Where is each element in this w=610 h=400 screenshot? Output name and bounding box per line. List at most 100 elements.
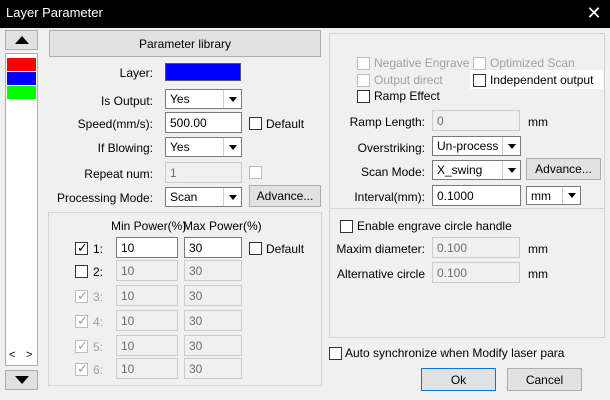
interval-unit-value: mm [531, 189, 551, 203]
power-default-checkbox[interactable] [249, 242, 262, 255]
check-icon: ✓ [77, 338, 88, 353]
power-row-2-min[interactable]: 10 [116, 260, 178, 281]
cancel-button[interactable]: Cancel [507, 368, 582, 391]
power-row-3-max[interactable]: 30 [184, 285, 242, 306]
negative-engrave-label: Negative Engrave [374, 56, 470, 70]
power-row-1-max[interactable]: 30 [184, 237, 242, 258]
chevron-down-icon [502, 137, 520, 155]
repeat-checkbox[interactable] [249, 166, 262, 179]
maxim-diameter-input[interactable]: 0.100 [432, 237, 520, 258]
overstriking-value: Un-process [437, 139, 499, 153]
negative-engrave-checkbox[interactable] [357, 57, 370, 70]
processing-mode-value: Scan [170, 190, 198, 204]
power-row-2-checkbox[interactable] [75, 265, 88, 278]
power-row-1-min[interactable]: 10 [116, 237, 178, 258]
chevron-down-icon [223, 138, 241, 156]
power-row-4-min[interactable]: 10 [116, 310, 178, 331]
check-icon: ✓ [77, 288, 88, 303]
power-row-6-max[interactable]: 30 [184, 358, 242, 379]
scroll-down-button[interactable] [5, 370, 38, 390]
ramp-effect-checkbox[interactable] [357, 90, 370, 103]
triangle-up-icon [14, 35, 29, 44]
power-row-3-min[interactable]: 10 [116, 285, 178, 306]
check-icon: ✓ [77, 361, 88, 376]
scan-mode-label: Scan Mode: [360, 165, 425, 179]
maxim-diameter-label: Maxim diameter: [336, 242, 425, 256]
repeat-num-input[interactable]: 1 [165, 162, 242, 183]
chevron-down-icon [562, 187, 580, 204]
ramp-length-unit: mm [528, 115, 548, 129]
processing-mode-label: Processing Mode: [56, 191, 153, 205]
layer-label: Layer: [119, 66, 153, 80]
layer-color-swatch[interactable] [165, 63, 241, 81]
independent-output-label: Independent output [490, 73, 594, 87]
power-row-4-max[interactable]: 30 [184, 310, 242, 331]
power-row-4-label: 4: [93, 315, 104, 329]
power-row-6-checkbox[interactable]: ✓ [75, 361, 88, 376]
auto-sync-label: Auto synchronize when Modify laser para [345, 346, 565, 360]
speed-default-label: Default [266, 117, 305, 131]
overstriking-label: Overstriking: [357, 141, 425, 155]
chevron-down-icon [223, 188, 241, 206]
is-output-select[interactable]: Yes [165, 89, 242, 109]
check-icon: ✓ [77, 313, 88, 328]
power-row-5-label: 5: [93, 340, 104, 354]
power-row-3-checkbox[interactable]: ✓ [75, 288, 88, 303]
power-row-1-checkbox[interactable]: ✓ [75, 240, 88, 255]
layer-color-blue[interactable] [7, 72, 36, 85]
is-output-label: Is Output: [100, 94, 153, 108]
interval-input[interactable]: 0.1000 [432, 185, 521, 206]
output-direct-label: Output direct [374, 73, 443, 87]
maxim-diameter-unit: mm [528, 242, 548, 256]
power-row-2-max[interactable]: 30 [184, 260, 242, 281]
power-row-6-label: 6: [93, 363, 104, 377]
engrave-circle-label: Enable engrave circle handle [357, 219, 512, 233]
power-default-label: Default [266, 242, 305, 256]
scroll-right-icon[interactable]: > [26, 349, 32, 361]
if-blowing-select[interactable]: Yes [165, 137, 242, 157]
power-row-5-min[interactable]: 10 [116, 335, 178, 356]
overstriking-select[interactable]: Un-process [432, 136, 521, 156]
interval-unit-select[interactable]: mm [526, 186, 581, 205]
output-direct-checkbox[interactable] [357, 74, 370, 87]
power-row-3-label: 3: [93, 290, 104, 304]
scroll-left-icon[interactable]: < [9, 349, 15, 361]
layer-color-red[interactable] [7, 58, 36, 71]
independent-output-checkbox[interactable] [473, 74, 486, 87]
alt-circle-input[interactable]: 0.100 [432, 262, 520, 283]
speed-default-checkbox[interactable] [249, 117, 262, 130]
speed-label: Speed(mm/s): [77, 117, 153, 131]
power-row-5-checkbox[interactable]: ✓ [75, 338, 88, 353]
chevron-down-icon [223, 90, 241, 108]
divider [330, 208, 604, 209]
power-row-5-max[interactable]: 30 [184, 335, 242, 356]
optimized-scan-checkbox[interactable] [473, 57, 486, 70]
close-icon[interactable]: ✕ [583, 2, 605, 24]
processing-mode-select[interactable]: Scan [165, 187, 242, 207]
scan-mode-value: X_swing [437, 163, 483, 177]
triangle-down-icon [14, 375, 29, 384]
engrave-circle-checkbox[interactable] [340, 220, 353, 233]
scan-advance-button[interactable]: Advance... [526, 158, 601, 180]
min-power-header: Min Power(%) [111, 219, 187, 233]
auto-sync-checkbox[interactable] [329, 347, 342, 360]
power-row-4-checkbox[interactable]: ✓ [75, 313, 88, 328]
optimized-scan-label: Optimized Scan [490, 56, 575, 70]
power-row-6-min[interactable]: 10 [116, 358, 178, 379]
layer-list[interactable]: < > [5, 53, 38, 366]
scroll-up-button[interactable] [5, 30, 38, 50]
scan-mode-select[interactable]: X_swing [432, 160, 521, 180]
interval-label: Interval(mm): [354, 190, 425, 204]
power-row-1-label: 1: [93, 242, 104, 256]
ramp-length-input[interactable]: 0 [432, 110, 520, 131]
ok-button[interactable]: Ok [421, 368, 496, 391]
speed-input[interactable]: 500.00 [165, 112, 242, 133]
check-icon: ✓ [77, 240, 88, 255]
alt-circle-label: Alternative circle [336, 267, 425, 281]
layer-color-green[interactable] [7, 86, 36, 99]
parameter-library-button[interactable]: Parameter library [49, 30, 321, 57]
ramp-effect-label: Ramp Effect [374, 89, 440, 103]
window-title: Layer Parameter [6, 5, 103, 20]
if-blowing-value: Yes [170, 140, 190, 154]
processing-advance-button[interactable]: Advance... [249, 185, 321, 207]
